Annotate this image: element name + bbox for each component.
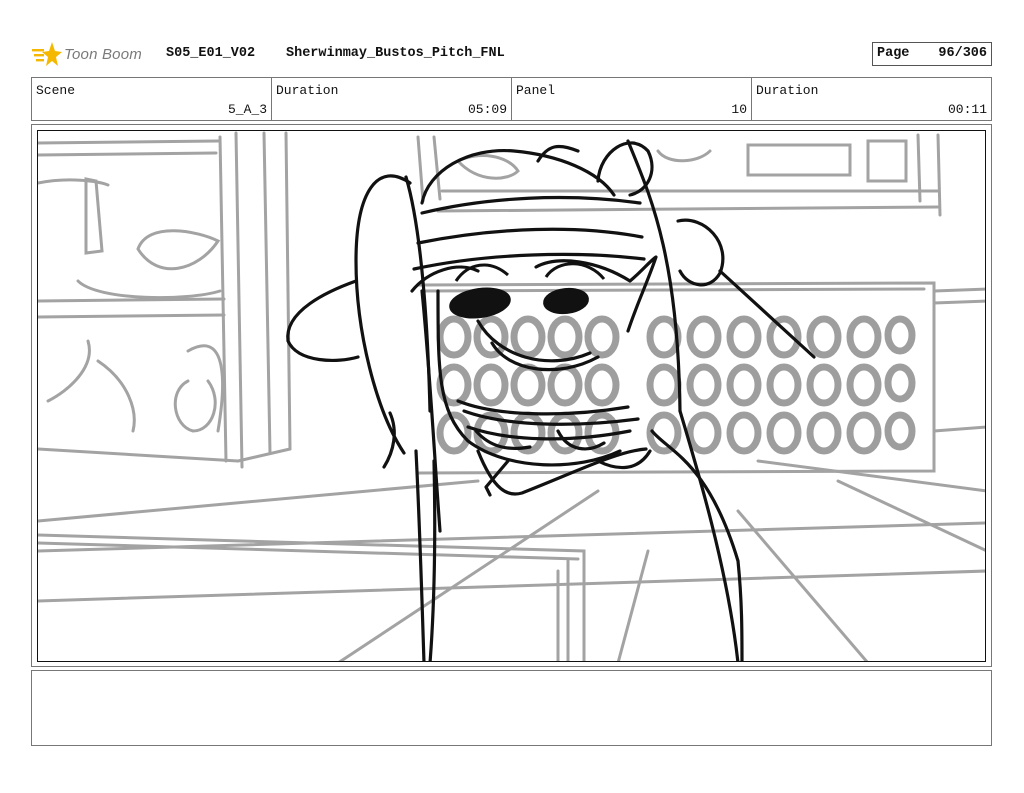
page-number: 96/306 (938, 46, 987, 61)
toon-boom-logo: Toon Boom (32, 40, 142, 68)
scene-duration-cell: Duration 05:09 (272, 78, 512, 120)
scene-cell: Scene 5_A_3 (32, 78, 272, 120)
sketch-drawing (38, 131, 985, 661)
toon-boom-star-icon (32, 42, 62, 66)
panel-label: Panel (516, 83, 556, 98)
panel-duration-label: Duration (756, 83, 819, 98)
scene-value: 5_A_3 (227, 102, 267, 117)
project-code: S05_E01_V02 (166, 46, 256, 61)
scene-duration-value: 05:09 (467, 102, 507, 117)
scene-label: Scene (36, 83, 76, 98)
panel-notes (31, 670, 992, 746)
page-indicator: Page 96/306 (872, 42, 992, 66)
scene-duration-label: Duration (276, 83, 339, 98)
panel-info-bar: Scene 5_A_3 Duration 05:09 Panel 10 Dura… (31, 77, 992, 121)
panel-value: 10 (731, 102, 747, 117)
storyboard-panel-image (37, 130, 986, 662)
page-label: Page (877, 46, 910, 61)
file-name: Sherwinmay_Bustos_Pitch_FNL (286, 46, 505, 61)
panel-duration-cell: Duration 00:11 (752, 78, 991, 120)
logo-text: Toon Boom (64, 45, 142, 63)
panel-duration-value: 00:11 (947, 102, 987, 117)
storyboard-header: Toon Boom S05_E01_V02 Sherwinmay_Bustos_… (32, 38, 992, 70)
panel-cell: Panel 10 (512, 78, 752, 120)
